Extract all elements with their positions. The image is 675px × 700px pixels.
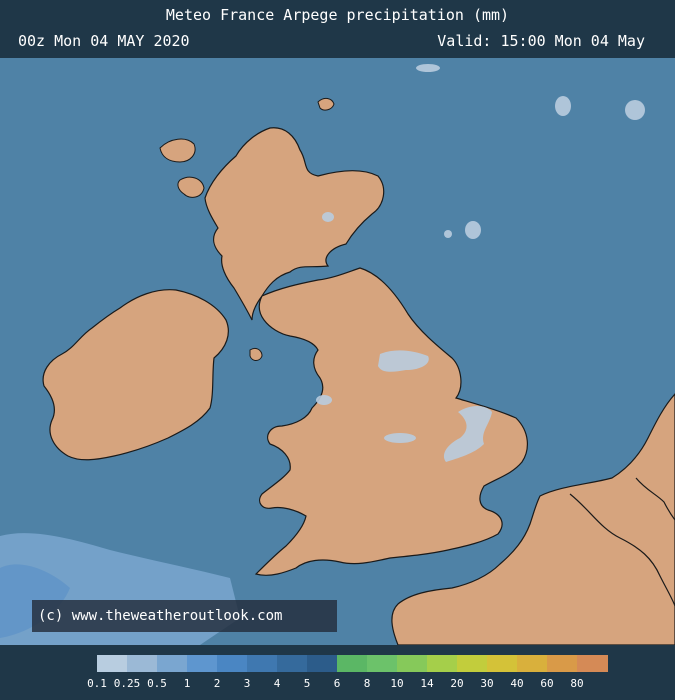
precipitation-legend: 0.1 0.25 0.5 1 2 3 4 5 6 8 10 14 20 30 40 60 80	[0, 645, 675, 700]
legend-label: 80	[570, 677, 584, 690]
legend-label: 5	[303, 677, 311, 690]
legend-label: 0.5	[147, 677, 167, 690]
legend-swatch	[367, 655, 398, 672]
legend-label: 8	[363, 677, 371, 690]
header-bar: Meteo France Arpege precipitation (mm) 0…	[0, 0, 675, 58]
model-run-label: 00z Mon 04 MAY 2020	[18, 32, 190, 50]
legend-swatch	[457, 655, 488, 672]
legend-swatch	[397, 655, 428, 672]
legend-label: 3	[243, 677, 251, 690]
legend-swatch	[97, 655, 128, 672]
legend-swatch	[487, 655, 518, 672]
legend-swatch	[217, 655, 248, 672]
legend-swatch	[337, 655, 368, 672]
precip-patch-scotland	[322, 212, 334, 222]
precip-patch-north-sea-2	[555, 96, 571, 116]
legend-label: 6	[333, 677, 341, 690]
legend-label: 1	[183, 677, 191, 690]
precip-patch-north-sea-4	[465, 221, 481, 239]
precip-patch-north-sea-1	[416, 64, 440, 72]
valid-time-label: Valid: 15:00 Mon 04 May	[437, 32, 645, 50]
precip-patch-north-sea-3	[625, 100, 645, 120]
land-isle-of-man	[249, 347, 263, 361]
copyright-credit: (c) www.theweatheroutlook.com	[32, 600, 337, 632]
legend-swatch	[307, 655, 338, 672]
legend-label: 60	[540, 677, 554, 690]
land-orkney	[317, 97, 335, 111]
precip-patch-wales	[316, 395, 332, 405]
map-title: Meteo France Arpege precipitation (mm)	[165, 6, 510, 24]
legend-swatch	[127, 655, 158, 672]
precip-patch-north-sea-5	[444, 230, 452, 238]
legend-label: 40	[510, 677, 524, 690]
legend-swatch	[517, 655, 548, 672]
legend-label: 20	[450, 677, 464, 690]
legend-label: 0.25	[113, 677, 141, 690]
legend-label: 0.1	[87, 677, 107, 690]
legend-label: 30	[480, 677, 494, 690]
legend-swatch	[247, 655, 278, 672]
legend-swatch	[187, 655, 218, 672]
legend-swatch	[277, 655, 308, 672]
legend-label: 2	[213, 677, 221, 690]
legend-label: 4	[273, 677, 281, 690]
precipitation-map	[0, 58, 675, 645]
legend-swatch	[157, 655, 188, 672]
legend-swatch	[427, 655, 458, 672]
legend-swatch	[577, 655, 608, 672]
legend-label: 14	[420, 677, 434, 690]
legend-label: 10	[390, 677, 404, 690]
precip-patch-central	[384, 433, 416, 443]
legend-swatch	[547, 655, 578, 672]
